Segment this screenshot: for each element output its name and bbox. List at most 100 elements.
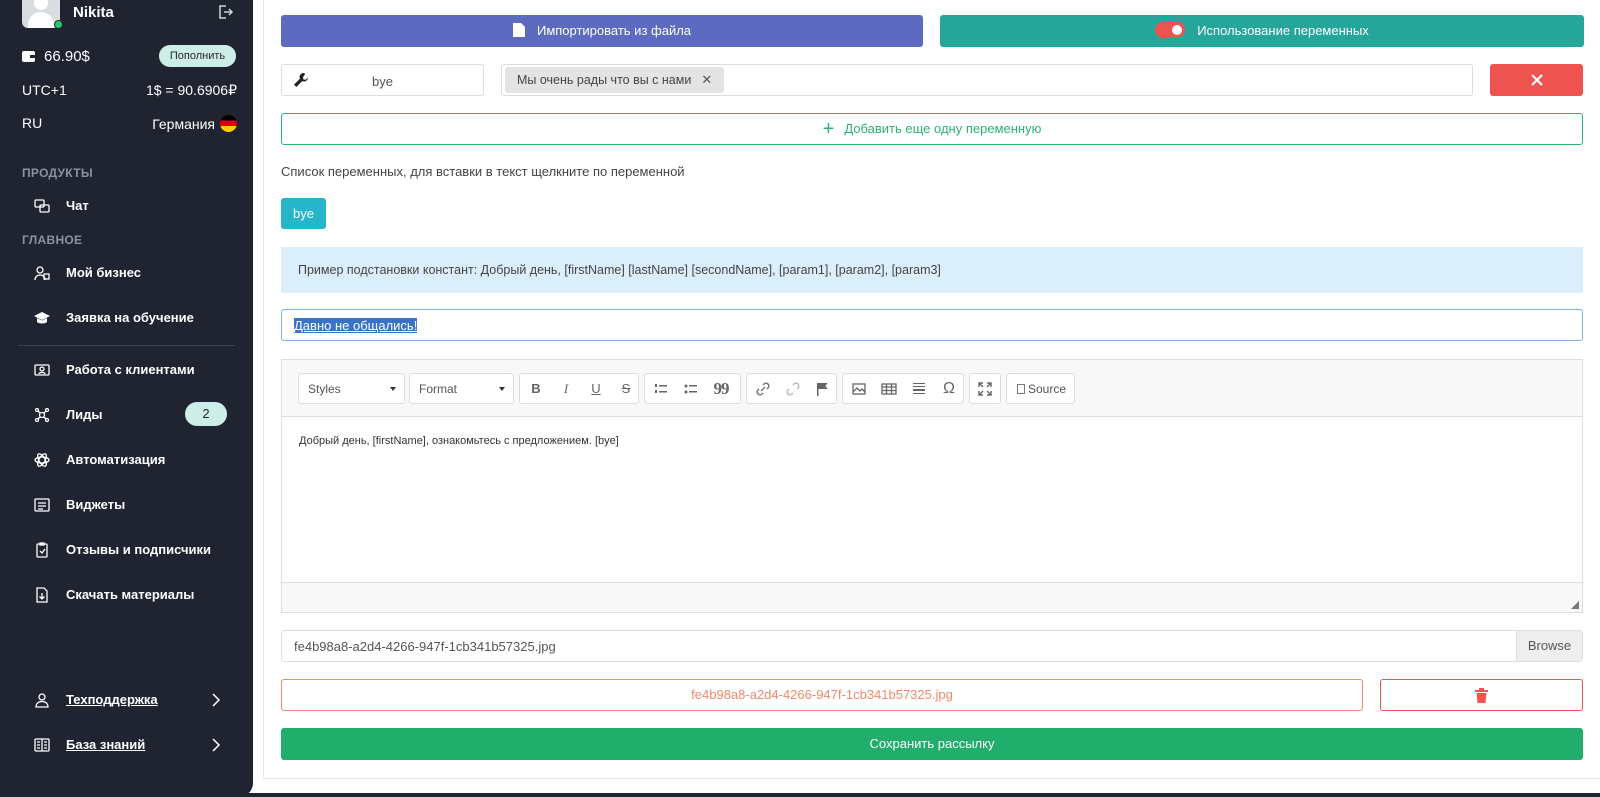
- import-from-file-button[interactable]: Импортировать из файла: [281, 15, 923, 47]
- maximize-group: [969, 373, 1001, 404]
- underline-icon[interactable]: U: [587, 380, 605, 398]
- format-label: Format: [419, 382, 458, 396]
- chat-icon: [34, 199, 50, 213]
- timezone: UTC+1: [22, 82, 67, 98]
- horizontal-line-icon[interactable]: [910, 380, 928, 398]
- user-block: Nikita: [22, 0, 237, 30]
- file-input[interactable]: fe4b98a8-a2d4-4266-947f-1cb341b57325.jpg…: [281, 630, 1583, 662]
- maximize-icon[interactable]: [976, 380, 994, 398]
- list-group: 99: [644, 373, 741, 404]
- toggle-switch[interactable]: [1155, 22, 1186, 38]
- reviews-icon: [36, 542, 48, 558]
- sidebar-item-label: Отзывы и подписчики: [66, 542, 211, 557]
- user-name: Nikita: [73, 4, 114, 21]
- country-name: Германия: [152, 116, 215, 132]
- language[interactable]: RU: [22, 115, 42, 131]
- chip-label: Мы очень рады что вы с нами: [517, 73, 692, 87]
- delete-variable-button[interactable]: [1490, 64, 1583, 96]
- special-char-omega-icon[interactable]: Ω: [940, 380, 958, 398]
- blockquote-icon[interactable]: 99: [712, 380, 730, 398]
- business-icon: [34, 266, 50, 281]
- sidebar: Nikita 66.90$ Пополнить UTC+1 1$ = 90.69…: [0, 0, 253, 797]
- sidebar-item-label: Скачать материалы: [66, 587, 195, 602]
- sidebar-item-chat[interactable]: Чат: [34, 193, 230, 219]
- chevron-right-icon: [212, 738, 221, 752]
- styles-dropdown[interactable]: Styles: [298, 373, 405, 404]
- insert-group: Ω: [842, 373, 964, 404]
- chevron-right-icon: [212, 693, 221, 707]
- text-style-group: B I U S: [519, 373, 639, 404]
- attached-file-button[interactable]: fe4b98a8-a2d4-4266-947f-1cb341b57325.jpg: [281, 679, 1363, 711]
- rich-text-editor: Styles Format B I U S 99 Ω Source Добрый…: [281, 359, 1583, 613]
- sidebar-item-reviews[interactable]: Отзывы и подписчики: [34, 537, 230, 563]
- variable-tag[interactable]: bye: [281, 198, 326, 229]
- browse-button[interactable]: Browse: [1516, 631, 1582, 661]
- leads-icon: [34, 407, 50, 423]
- resize-handle-icon[interactable]: [1571, 601, 1579, 609]
- editor-toolbar: Styles Format B I U S 99 Ω Source: [282, 360, 1582, 417]
- graduation-cap-icon: [34, 312, 50, 324]
- sidebar-item-knowledge-base[interactable]: База знаний: [34, 732, 230, 758]
- section-products: ПРОДУКТЫ: [22, 166, 93, 180]
- main-panel-border: [263, 0, 264, 779]
- editor-statusbar: [282, 582, 1582, 612]
- save-mailing-button[interactable]: Сохранить рассылку: [281, 728, 1583, 760]
- variable-value-chip[interactable]: Мы очень рады что вы с нами ✕: [505, 67, 725, 93]
- subject-value: Давно не общались!: [294, 318, 418, 333]
- locale-row: RU Германия: [22, 115, 237, 135]
- balance-value: 66.90$: [44, 48, 90, 65]
- source-button[interactable]: Source: [1006, 373, 1075, 404]
- delete-file-button[interactable]: [1380, 679, 1583, 711]
- variable-values-input[interactable]: Мы очень рады что вы с нами ✕: [501, 64, 1473, 96]
- sidebar-item-leads[interactable]: Лиды 2: [34, 402, 230, 428]
- sidebar-divider: [18, 345, 235, 346]
- logout-icon[interactable]: [216, 3, 234, 21]
- timezone-row: UTC+1 1$ = 90.6906₽: [22, 82, 237, 102]
- plus-icon: +: [822, 118, 835, 140]
- strikethrough-icon[interactable]: S: [617, 380, 635, 398]
- sidebar-item-clients[interactable]: Работа с клиентами: [34, 357, 230, 383]
- link-icon[interactable]: [754, 380, 772, 398]
- variable-key-value: bye: [372, 74, 393, 89]
- sidebar-item-download-materials[interactable]: Скачать материалы: [34, 582, 230, 608]
- anchor-flag-icon[interactable]: [813, 380, 831, 398]
- bold-icon[interactable]: B: [527, 380, 545, 398]
- sidebar-item-label: Заявка на обучение: [66, 310, 194, 325]
- subject-input[interactable]: Давно не общались!: [281, 309, 1583, 341]
- format-dropdown[interactable]: Format: [409, 373, 514, 404]
- source-label-wrap: Source: [1017, 382, 1066, 396]
- sidebar-item-label: Техподдержка: [66, 692, 158, 707]
- sidebar-item-widgets[interactable]: Виджеты: [34, 492, 230, 518]
- caret-down-icon: [390, 387, 396, 391]
- sidebar-item-label: Работа с клиентами: [66, 362, 195, 377]
- sidebar-item-training-request[interactable]: Заявка на обучение: [34, 305, 230, 331]
- italic-icon[interactable]: I: [557, 380, 575, 398]
- image-icon[interactable]: [850, 380, 868, 398]
- topup-button[interactable]: Пополнить: [159, 45, 236, 67]
- variables-hint: Список переменных, для вставки в текст щ…: [281, 164, 685, 179]
- numbered-list-icon[interactable]: [652, 380, 670, 398]
- exchange-rate: 1$ = 90.6906₽: [145, 82, 237, 98]
- add-variable-label: Добавить еще одну переменную: [844, 121, 1042, 136]
- download-doc-icon: [36, 587, 48, 603]
- file-input-value: fe4b98a8-a2d4-4266-947f-1cb341b57325.jpg: [294, 639, 556, 654]
- add-variable-button[interactable]: + Добавить еще одну переменную: [281, 113, 1583, 145]
- sidebar-item-label: Автоматизация: [66, 452, 166, 467]
- support-user-icon: [35, 693, 49, 708]
- table-icon[interactable]: [880, 380, 898, 398]
- chip-remove-icon[interactable]: ✕: [701, 72, 712, 87]
- country-selector[interactable]: Германия: [152, 115, 237, 132]
- sidebar-item-my-business[interactable]: Мой бизнес: [34, 260, 230, 286]
- unlink-icon[interactable]: [784, 380, 802, 398]
- styles-label: Styles: [308, 382, 341, 396]
- sidebar-item-automation[interactable]: Автоматизация: [34, 447, 230, 473]
- knowledge-base-icon: [34, 738, 50, 752]
- bullet-list-icon[interactable]: [682, 380, 700, 398]
- close-icon: [1530, 74, 1543, 86]
- variable-key-input[interactable]: bye: [281, 64, 484, 96]
- sidebar-item-label: Виджеты: [66, 497, 126, 512]
- main-panel-bottom-border: [263, 778, 1600, 779]
- editor-content[interactable]: Добрый день, [firstName], ознакомьтесь с…: [299, 435, 619, 447]
- use-variables-toggle-button[interactable]: Использование переменных: [940, 15, 1584, 47]
- sidebar-item-support[interactable]: Техподдержка: [34, 687, 230, 713]
